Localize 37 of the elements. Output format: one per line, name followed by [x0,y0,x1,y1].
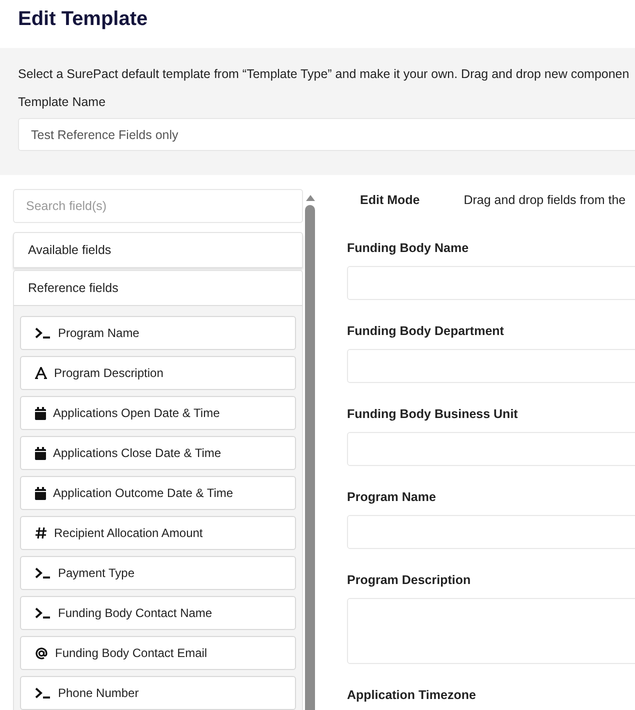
font-icon [35,367,47,379]
calendar-icon [35,446,46,460]
search-field[interactable]: Search field(s) [13,189,303,223]
scroll-up-icon[interactable] [306,195,314,201]
edit-mode-label: Edit Mode [360,193,420,207]
form-field-label: Program Name [347,490,437,504]
field-item[interactable]: Funding Body Contact Name [20,596,296,630]
field-item[interactable]: Program Name [20,316,296,350]
scrollbar-thumb[interactable] [305,205,315,710]
at-sign-icon [35,646,48,660]
hash-icon [35,527,47,539]
field-item[interactable]: Program Description [20,356,296,390]
field-item[interactable]: Application Outcome Date & Time [20,476,296,510]
page-title: Edit Template [18,7,149,32]
form-field-label: Funding Body Department [347,324,505,338]
terminal-icon [35,687,51,699]
field-item[interactable]: Funding Body Contact Email [20,636,296,670]
field-item[interactable]: Payment Type [20,556,296,590]
terminal-icon [35,567,51,579]
accordion-header[interactable]: Available fields [13,232,303,268]
accordion-header[interactable]: Reference fields [13,270,303,306]
hint-text: Drag and drop fields from the [464,193,626,207]
field-item[interactable]: Applications Close Date & Time [20,436,296,470]
template-name-label: Template Name [18,95,107,109]
calendar-icon [35,486,46,500]
instructions-text: Select a SurePact default template from “Template Type” and make it your own. Drag and drop new componen [18,67,630,81]
field-item[interactable]: Phone Number [20,676,296,710]
form-field-label: Funding Body Name [347,241,470,255]
field-item[interactable]: Recipient Allocation Amount [20,516,296,550]
form-field-label: Program Description [347,573,472,587]
form-field-label: Funding Body Business Unit [347,407,519,421]
terminal-icon [35,327,51,339]
form-field-label: Application Timezone [347,688,477,702]
template-name-field[interactable]: Test Reference Fields only [18,118,635,151]
calendar-icon [35,406,46,420]
terminal-icon [35,607,51,619]
field-item[interactable]: Applications Open Date & Time [20,396,296,430]
